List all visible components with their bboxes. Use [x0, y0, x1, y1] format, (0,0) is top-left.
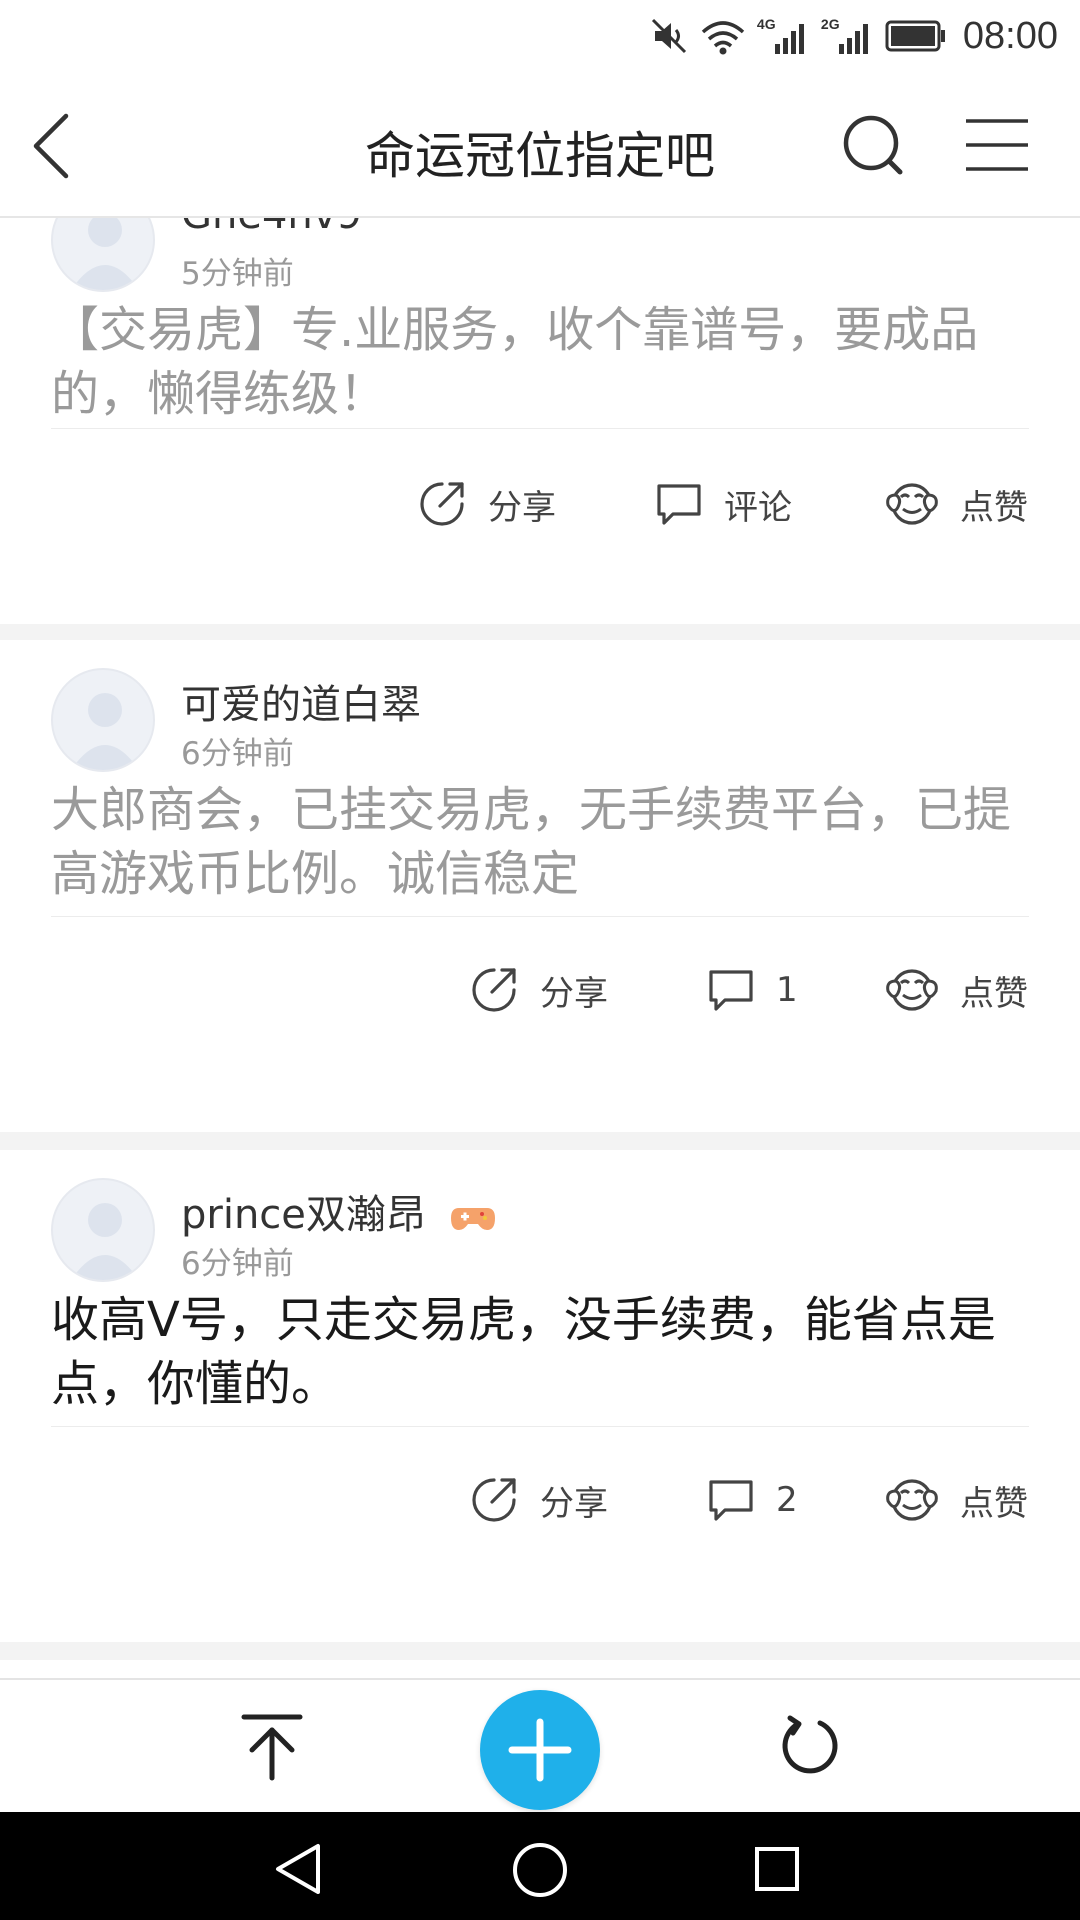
nav-home-button[interactable]: [510, 1840, 570, 1900]
share-icon: [472, 1478, 516, 1522]
like-button[interactable]: 点赞: [884, 476, 1028, 532]
post-actions: 分享 2 点赞: [0, 1452, 1080, 1548]
share-label: 分享: [488, 487, 556, 528]
page-title: 命运冠位指定吧: [365, 127, 715, 185]
battery-icon: [885, 20, 945, 52]
comment-count: 1: [776, 970, 798, 1010]
bottom-toolbar: [0, 1678, 1080, 1812]
like-button[interactable]: 点赞: [884, 962, 1028, 1018]
comment-count: 2: [776, 1480, 798, 1520]
divider: [51, 916, 1029, 917]
arrow-up-icon: [241, 1714, 303, 1781]
post-content[interactable]: 【交易虎】专.业服务，收个靠谱号，要成品的，懒得练级！: [51, 298, 1031, 426]
like-icon: [886, 483, 938, 525]
share-button[interactable]: 分享: [470, 962, 608, 1018]
comment-label: 评论: [724, 487, 792, 528]
post-time: 6分钟前: [181, 1246, 294, 1282]
avatar[interactable]: [51, 218, 155, 292]
username[interactable]: prince双瀚昂: [181, 1192, 426, 1238]
share-label: 分享: [540, 1483, 608, 1524]
post-card[interactable]: [0, 1660, 1080, 1680]
menu-icon: [966, 119, 1028, 171]
comment-icon: [657, 484, 701, 525]
post-card[interactable]: prince双瀚昂 6分钟前 收高V号，只走交易虎，没手续费，能省点是点，你懂的…: [0, 1150, 1080, 1642]
like-label: 点赞: [960, 1483, 1028, 1524]
like-label: 点赞: [960, 973, 1028, 1014]
wifi-icon: [701, 21, 745, 55]
comment-icon: [709, 970, 753, 1011]
post-time: 6分钟前: [181, 736, 294, 772]
mute-icon: [651, 18, 686, 54]
user-avatar-icon: [71, 218, 139, 290]
like-icon: [886, 1479, 938, 1521]
post-actions: 分享 评论 点赞: [0, 456, 1080, 552]
triangle-back-icon: [276, 1844, 320, 1894]
comment-button[interactable]: 评论: [654, 476, 792, 532]
nav-back-button[interactable]: [272, 1842, 326, 1896]
refresh-button[interactable]: [778, 1714, 844, 1780]
status-icons: 4G 2G 08:00: [649, 12, 1058, 60]
divider: [51, 428, 1029, 429]
post-content[interactable]: 大郎商会，已挂交易虎，无手续费平台，已提高游戏币比例。诚信稳定: [51, 778, 1031, 906]
avatar[interactable]: [51, 668, 155, 772]
header: 命运冠位指定吧: [0, 72, 1080, 218]
share-button[interactable]: 分享: [418, 476, 556, 532]
share-icon: [420, 482, 464, 526]
menu-button[interactable]: [962, 116, 1032, 174]
like-label: 点赞: [960, 487, 1028, 528]
signal-4g-icon: 4G: [757, 16, 811, 56]
user-avatar-icon: [71, 1203, 139, 1280]
share-label: 分享: [540, 973, 608, 1014]
divider: [51, 1426, 1029, 1427]
status-time: 08:00: [962, 14, 1058, 57]
comment-button[interactable]: 1: [706, 962, 798, 1018]
scroll-top-button[interactable]: [238, 1712, 306, 1782]
new-post-button[interactable]: [480, 1690, 600, 1810]
square-recent-icon: [755, 1847, 799, 1891]
post-time: 5分钟前: [181, 256, 294, 292]
plus-icon: [508, 1718, 572, 1782]
system-nav-bar: [0, 1812, 1080, 1920]
share-button[interactable]: 分享: [470, 1472, 608, 1528]
user-avatar-icon: [71, 693, 139, 770]
post-card[interactable]: 可爱的道白翠 6分钟前 大郎商会，已挂交易虎，无手续费平台，已提高游戏币比例。诚…: [0, 640, 1080, 1132]
share-icon: [472, 968, 516, 1012]
chevron-left-icon: [33, 113, 69, 179]
back-button[interactable]: [22, 106, 88, 186]
signal-2g-icon: 2G: [821, 16, 875, 56]
username[interactable]: 可爱的道白翠: [181, 672, 421, 730]
like-icon: [886, 969, 938, 1011]
game-controller-badge-icon: [450, 1208, 495, 1230]
search-button[interactable]: [838, 110, 908, 180]
post-content[interactable]: 收高V号，只走交易虎，没手续费，能省点是点，你懂的。: [51, 1288, 1031, 1416]
refresh-icon: [782, 1715, 838, 1774]
post-card[interactable]: Ghe4nv9 5分钟前 【交易虎】专.业服务，收个靠谱号，要成品的，懒得练级！…: [0, 218, 1080, 624]
like-button[interactable]: 点赞: [884, 1472, 1028, 1528]
username-row[interactable]: prince双瀚昂: [181, 1182, 495, 1240]
post-actions: 分享 1 点赞: [0, 942, 1080, 1038]
post-feed[interactable]: Ghe4nv9 5分钟前 【交易虎】专.业服务，收个靠谱号，要成品的，懒得练级！…: [0, 218, 1080, 1680]
nav-recent-button[interactable]: [752, 1844, 802, 1894]
avatar[interactable]: [51, 1178, 155, 1282]
status-bar: 4G 2G 08:00: [0, 0, 1080, 72]
comment-button[interactable]: 2: [706, 1472, 798, 1528]
comment-icon: [709, 1480, 753, 1521]
circle-home-icon: [513, 1843, 567, 1897]
username[interactable]: Ghe4nv9: [181, 218, 362, 238]
search-icon: [843, 115, 903, 175]
